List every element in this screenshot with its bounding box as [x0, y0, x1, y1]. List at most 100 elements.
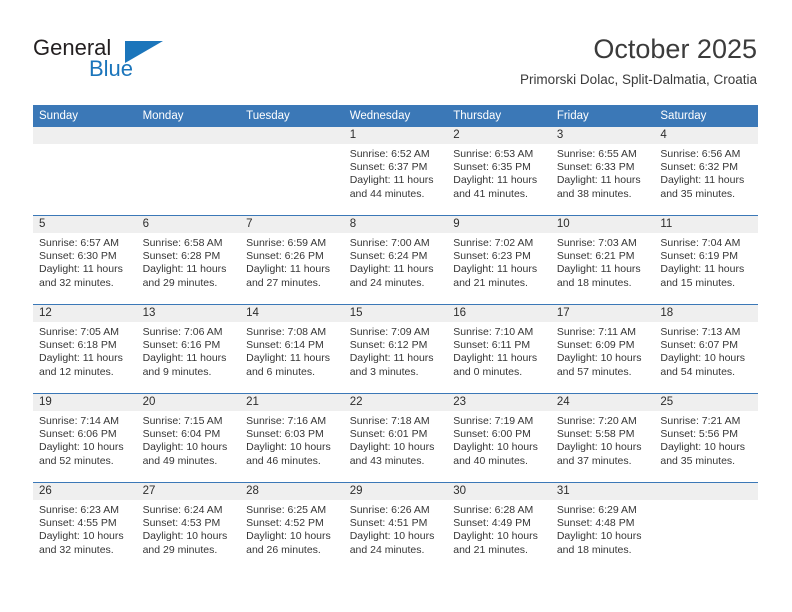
- day-cell[interactable]: 4 Sunrise: 6:56 AM Sunset: 6:32 PM Daylight…: [654, 127, 758, 216]
- day-number: 16: [447, 305, 551, 322]
- day-cell[interactable]: 6 Sunrise: 6:58 AM Sunset: 6:28 PM Daylight…: [136, 215, 241, 305]
- daylight-text-line2: and 38 minutes.: [556, 187, 632, 200]
- day-cell[interactable]: 18 Sunrise: 7:13 AM Sunset: 6:07 PM Dayligh…: [654, 304, 758, 394]
- day-number: 13: [136, 305, 241, 322]
- calendar-body: 1 Sunrise: 6:52 AM Sunset: 6:37 PM Daylight…: [33, 127, 758, 571]
- page-header: General Blue October 2025 Primorski Dola…: [0, 0, 792, 100]
- daylight-text-line1: Daylight: 11 hours: [142, 263, 227, 276]
- day-number: [136, 127, 241, 144]
- day-cell[interactable]: 23 Sunrise: 7:19 AM Sunset: 6:00 PM Dayligh…: [447, 393, 551, 483]
- day-details: Sunrise: 6:58 AM Sunset: 6:28 PM Daylight:…: [137, 233, 241, 290]
- daylight-text-line1: Daylight: 10 hours: [246, 441, 331, 454]
- day-number: 27: [136, 483, 241, 500]
- day-details: Sunrise: 6:52 AM Sunset: 6:37 PM Daylight:…: [344, 144, 448, 201]
- day-cell[interactable]: 5 Sunrise: 6:57 AM Sunset: 6:30 PM Daylight…: [33, 215, 137, 305]
- sunset-text: Sunset: 6:16 PM: [142, 339, 221, 352]
- day-cell[interactable]: 3 Sunrise: 6:55 AM Sunset: 6:33 PM Daylight…: [550, 127, 655, 216]
- daylight-text-line1: Daylight: 11 hours: [660, 263, 745, 276]
- day-details: Sunrise: 6:29 AM Sunset: 4:48 PM Daylight:…: [551, 500, 655, 557]
- sunrise-text: Sunrise: 7:02 AM: [453, 237, 534, 249]
- daylight-text-line1: Daylight: 11 hours: [246, 263, 330, 276]
- day-details: Sunrise: 6:55 AM Sunset: 6:33 PM Daylight:…: [551, 144, 655, 201]
- daylight-text-line1: Daylight: 11 hours: [246, 352, 330, 365]
- day-number: 22: [343, 394, 448, 411]
- daylight-text-line1: Daylight: 11 hours: [39, 352, 123, 365]
- sunrise-text: Sunrise: 7:19 AM: [453, 415, 534, 427]
- day-cell[interactable]: 9 Sunrise: 7:02 AM Sunset: 6:23 PM Daylight…: [447, 215, 551, 305]
- day-cell[interactable]: 8 Sunrise: 7:00 AM Sunset: 6:24 PM Daylight…: [343, 215, 448, 305]
- day-cell[interactable]: 15 Sunrise: 7:09 AM Sunset: 6:12 PM Dayligh…: [343, 304, 448, 394]
- sunset-text: Sunset: 6:12 PM: [349, 339, 428, 352]
- calendar-header-row: Sunday Monday Tuesday Wednesday Thursday…: [33, 105, 758, 127]
- day-cell[interactable]: [33, 127, 137, 216]
- calendar-page: General Blue October 2025 Primorski Dola…: [0, 0, 792, 612]
- day-cell[interactable]: 28 Sunrise: 6:25 AM Sunset: 4:52 PM Dayligh…: [240, 482, 344, 571]
- day-cell[interactable]: 13 Sunrise: 7:06 AM Sunset: 6:16 PM Dayligh…: [136, 304, 241, 394]
- day-cell[interactable]: 1 Sunrise: 6:52 AM Sunset: 6:37 PM Daylight…: [343, 127, 448, 216]
- daylight-text-line2: and 52 minutes.: [39, 454, 114, 467]
- day-cell[interactable]: 16 Sunrise: 7:10 AM Sunset: 6:11 PM Dayligh…: [447, 304, 551, 394]
- daylight-text-line2: and 57 minutes.: [556, 365, 632, 378]
- day-cell[interactable]: 30 Sunrise: 6:28 AM Sunset: 4:49 PM Dayligh…: [447, 482, 551, 571]
- daylight-text-line1: Daylight: 10 hours: [453, 530, 538, 543]
- day-cell[interactable]: 21 Sunrise: 7:16 AM Sunset: 6:03 PM Dayligh…: [240, 393, 344, 483]
- daylight-text-line1: Daylight: 11 hours: [349, 174, 434, 187]
- day-cell[interactable]: 12 Sunrise: 7:05 AM Sunset: 6:18 PM Dayligh…: [33, 304, 137, 394]
- day-cell[interactable]: 10 Sunrise: 7:03 AM Sunset: 6:21 PM Dayligh…: [550, 215, 655, 305]
- sunrise-text: Sunrise: 6:59 AM: [246, 237, 327, 249]
- sunrise-text: Sunrise: 7:14 AM: [39, 415, 119, 427]
- day-cell[interactable]: 11 Sunrise: 7:04 AM Sunset: 6:19 PM Dayligh…: [654, 215, 758, 305]
- sunset-text: Sunset: 6:35 PM: [453, 161, 531, 174]
- sunset-text: Sunset: 4:55 PM: [39, 517, 117, 530]
- day-number: 25: [654, 394, 758, 411]
- daylight-text-line2: and 26 minutes.: [246, 543, 321, 556]
- weekday-header-tuesday: Tuesday: [240, 105, 344, 127]
- day-number: 14: [240, 305, 344, 322]
- day-cell[interactable]: 29 Sunrise: 6:26 AM Sunset: 4:51 PM Dayligh…: [343, 482, 448, 571]
- day-cell[interactable]: 17 Sunrise: 7:11 AM Sunset: 6:09 PM Dayligh…: [550, 304, 655, 394]
- daylight-text-line1: Daylight: 11 hours: [453, 263, 538, 276]
- sunrise-sunset-calendar: Sunday Monday Tuesday Wednesday Thursday…: [33, 105, 758, 571]
- day-cell[interactable]: 14 Sunrise: 7:08 AM Sunset: 6:14 PM Dayligh…: [240, 304, 344, 394]
- day-number: 8: [343, 216, 448, 233]
- day-cell[interactable]: 22 Sunrise: 7:18 AM Sunset: 6:01 PM Dayligh…: [343, 393, 448, 483]
- title-block: October 2025 Primorski Dolac, Split-Dalm…: [520, 33, 757, 88]
- day-cell[interactable]: 31 Sunrise: 6:29 AM Sunset: 4:48 PM Dayligh…: [550, 482, 655, 571]
- sunset-text: Sunset: 6:06 PM: [39, 428, 117, 441]
- sunset-text: Sunset: 6:03 PM: [246, 428, 324, 441]
- day-number: 1: [343, 127, 448, 144]
- day-details: Sunrise: 7:20 AM Sunset: 5:58 PM Daylight:…: [551, 411, 655, 468]
- day-details: Sunrise: 7:19 AM Sunset: 6:00 PM Daylight:…: [447, 411, 551, 468]
- daylight-text-line2: and 41 minutes.: [453, 187, 528, 200]
- sunset-text: Sunset: 6:23 PM: [453, 250, 531, 263]
- sunset-text: Sunset: 6:33 PM: [556, 161, 635, 174]
- day-details: Sunrise: 6:26 AM Sunset: 4:51 PM Daylight:…: [344, 500, 448, 557]
- daylight-text-line1: Daylight: 10 hours: [142, 530, 228, 543]
- daylight-text-line1: Daylight: 10 hours: [349, 530, 435, 543]
- sunset-text: Sunset: 6:01 PM: [349, 428, 428, 441]
- day-cell[interactable]: 7 Sunrise: 6:59 AM Sunset: 6:26 PM Daylight…: [240, 215, 344, 305]
- day-cell[interactable]: [654, 482, 758, 571]
- day-cell[interactable]: 24 Sunrise: 7:20 AM Sunset: 5:58 PM Dayligh…: [550, 393, 655, 483]
- day-cell[interactable]: 20 Sunrise: 7:15 AM Sunset: 6:04 PM Dayligh…: [136, 393, 241, 483]
- day-cell[interactable]: 19 Sunrise: 7:14 AM Sunset: 6:06 PM Dayligh…: [33, 393, 137, 483]
- day-cell[interactable]: 27 Sunrise: 6:24 AM Sunset: 4:53 PM Dayligh…: [136, 482, 241, 571]
- day-cell[interactable]: [240, 127, 344, 216]
- day-cell[interactable]: 2 Sunrise: 6:53 AM Sunset: 6:35 PM Daylight…: [447, 127, 551, 216]
- day-details: Sunrise: 7:02 AM Sunset: 6:23 PM Daylight:…: [447, 233, 551, 290]
- day-cell[interactable]: 25 Sunrise: 7:21 AM Sunset: 5:56 PM Dayligh…: [654, 393, 758, 483]
- day-details: Sunrise: 7:21 AM Sunset: 5:56 PM Daylight:…: [654, 411, 758, 468]
- daylight-text-line1: Daylight: 11 hours: [453, 174, 538, 187]
- day-cell[interactable]: 26 Sunrise: 6:23 AM Sunset: 4:55 PM Dayligh…: [33, 482, 137, 571]
- sunrise-text: Sunrise: 6:28 AM: [453, 504, 534, 516]
- sunset-text: Sunset: 6:24 PM: [349, 250, 428, 263]
- day-number: [654, 483, 758, 500]
- daylight-text-line1: Daylight: 10 hours: [660, 352, 746, 365]
- sunrise-text: Sunrise: 7:10 AM: [453, 326, 534, 338]
- daylight-text-line2: and 43 minutes.: [349, 454, 425, 467]
- day-details: Sunrise: 7:16 AM Sunset: 6:03 PM Daylight:…: [240, 411, 344, 468]
- day-number: 5: [33, 216, 137, 233]
- day-details: Sunrise: 6:24 AM Sunset: 4:53 PM Daylight:…: [137, 500, 241, 557]
- day-cell[interactable]: [136, 127, 241, 216]
- sunset-text: Sunset: 6:07 PM: [660, 339, 739, 352]
